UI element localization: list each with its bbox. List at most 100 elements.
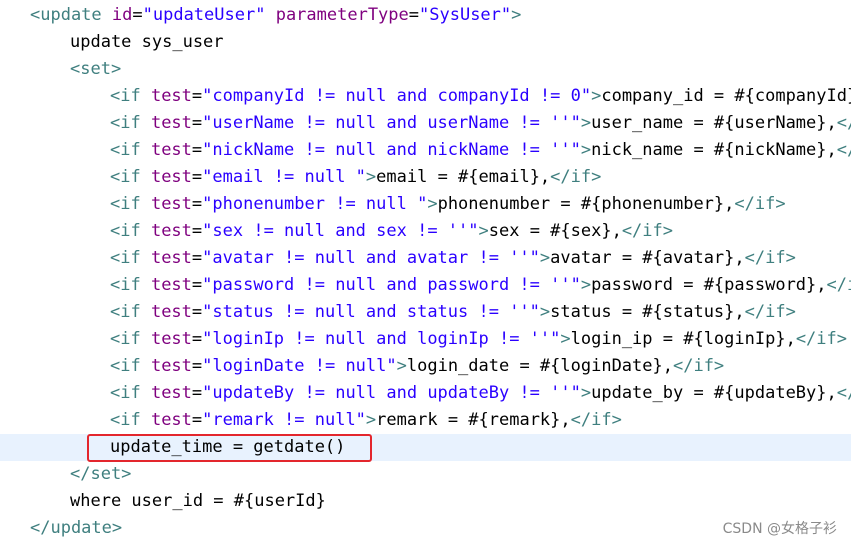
code-token-val: "loginDate != null" <box>202 356 397 376</box>
code-token-tag: </update> <box>30 518 123 538</box>
code-token-pun: = <box>191 275 203 295</box>
code-token-tag: > <box>580 383 592 403</box>
code-token-pun: = <box>191 113 203 133</box>
code-token-val: "userName != null and userName != ''" <box>202 113 581 133</box>
code-token-tag: <if <box>110 221 151 241</box>
code-line[interactable]: update_time = getdate() <box>0 434 851 461</box>
code-token-attr: parameterType <box>275 5 409 25</box>
code-token-tag: <update <box>30 5 112 25</box>
code-line-content: <if test="remark != null">remark = #{rem… <box>110 407 622 434</box>
code-line-content: </update> <box>30 515 122 542</box>
code-token-tag: </if> <box>621 221 673 241</box>
code-token-tag: </if> <box>744 302 796 322</box>
code-line-content: <if test="password != null and password … <box>110 272 851 299</box>
code-token-txt: company_id = #{companyId}, <box>601 86 851 106</box>
code-token-tag: </if> <box>550 167 602 187</box>
code-token-pun: = <box>191 248 203 268</box>
code-line[interactable]: where user_id = #{userId} <box>0 488 851 515</box>
code-token-tag: > <box>427 194 438 214</box>
code-token-tag: </if> <box>826 275 851 295</box>
code-token-attr: test <box>150 140 192 160</box>
code-line-content: <if test="nickName != null and nickName … <box>110 137 851 164</box>
code-token-val: "password != null and password != ''" <box>202 275 581 295</box>
code-line[interactable]: <set> <box>0 56 851 83</box>
code-line[interactable]: </set> <box>0 461 851 488</box>
code-token-tag: <if <box>110 113 151 133</box>
code-editor[interactable]: <update id="updateUser" parameterType="S… <box>0 0 851 546</box>
code-line[interactable]: <if test="avatar != null and avatar != '… <box>0 245 851 272</box>
code-token-tag: > <box>539 302 551 322</box>
code-token-tag: </if> <box>836 140 851 160</box>
code-token-pun: = <box>191 356 203 376</box>
code-token-tag: </if> <box>672 356 725 376</box>
code-token-attr: test <box>150 86 192 106</box>
watermark: CSDN @女格子衫 <box>722 521 837 537</box>
code-lines[interactable]: <update id="updateUser" parameterType="S… <box>0 2 851 542</box>
code-line-content: <if test="status != null and status != '… <box>110 299 796 326</box>
code-token-tag: <if <box>110 302 151 322</box>
code-token-val: "email != null " <box>202 167 366 187</box>
code-token-attr: test <box>150 410 192 430</box>
code-token-txt: nick_name = #{nickName}, <box>591 140 837 160</box>
code-line-content: <if test="updateBy != null and updateBy … <box>110 380 851 407</box>
code-token-tag: > <box>591 86 602 106</box>
code-token-val: "companyId != null and companyId != 0" <box>202 86 592 106</box>
code-token-tag: <if <box>110 275 151 295</box>
code-token-val: "SysUser" <box>419 5 512 25</box>
code-token-tag: </if> <box>734 194 786 214</box>
code-line[interactable]: <if test="sex != null and sex != ''">sex… <box>0 218 851 245</box>
code-token-pun: = <box>191 167 203 187</box>
code-line[interactable]: <if test="updateBy != null and updateBy … <box>0 380 851 407</box>
code-token-txt: sex = #{sex}, <box>488 221 622 241</box>
code-token-txt: email = #{email}, <box>376 167 551 187</box>
code-token-attr: test <box>150 248 192 268</box>
code-line[interactable]: <if test="phonenumber != null ">phonenum… <box>0 191 851 218</box>
code-token-attr: test <box>150 383 192 403</box>
code-token-txt: password = #{password}, <box>591 275 827 295</box>
code-line-content: <if test="companyId != null and companyI… <box>110 83 851 110</box>
code-line-content: <set> <box>70 56 121 83</box>
code-token-pun: = <box>191 221 203 241</box>
code-line-content: <update id="updateUser" parameterType="S… <box>30 2 521 29</box>
code-token-attr: test <box>150 221 192 241</box>
code-token-tag: <if <box>110 140 151 160</box>
code-token-val: "status != null and status != ''" <box>202 302 540 322</box>
code-token-txt: avatar = #{avatar}, <box>550 248 745 268</box>
code-line[interactable]: <if test="userName != null and userName … <box>0 110 851 137</box>
code-line-content: update sys_user <box>70 29 224 56</box>
code-token-val: "updateBy != null and updateBy != ''" <box>202 383 581 403</box>
code-line[interactable]: <if test="status != null and status != '… <box>0 299 851 326</box>
code-token-tag: </if> <box>836 383 851 403</box>
code-line[interactable]: <if test="loginDate != null">login_date … <box>0 353 851 380</box>
code-line-content: </set> <box>70 461 131 488</box>
code-token-txt: phonenumber = #{phonenumber}, <box>437 194 735 214</box>
code-token-txt: update_time = getdate() <box>110 437 346 457</box>
code-token-tag: </set> <box>70 464 132 484</box>
code-line[interactable]: update sys_user <box>0 29 851 56</box>
code-line[interactable]: <if test="password != null and password … <box>0 272 851 299</box>
code-token-pun: = <box>191 383 203 403</box>
code-line[interactable]: <update id="updateUser" parameterType="S… <box>0 2 851 29</box>
code-line[interactable]: <if test="loginIp != null and loginIp !=… <box>0 326 851 353</box>
code-token-tag: </if> <box>570 410 622 430</box>
code-token-txt: user_name = #{userName}, <box>591 113 837 133</box>
code-token-tag: <if <box>110 329 151 349</box>
code-line[interactable]: <if test="companyId != null and companyI… <box>0 83 851 110</box>
code-line[interactable]: <if test="email != null ">email = #{emai… <box>0 164 851 191</box>
code-token-tag: <if <box>110 383 151 403</box>
code-line-content: <if test="loginIp != null and loginIp !=… <box>110 326 847 353</box>
code-token-pun: = <box>191 302 203 322</box>
code-token-txt: remark = #{remark}, <box>376 410 571 430</box>
code-token-tag: <if <box>110 410 151 430</box>
code-token-tag: > <box>478 221 489 241</box>
code-token-val: "avatar != null and avatar != ''" <box>202 248 540 268</box>
code-token-attr: test <box>150 329 192 349</box>
code-line-content: <if test="sex != null and sex != ''">sex… <box>110 218 673 245</box>
code-line[interactable]: <if test="remark != null">remark = #{rem… <box>0 407 851 434</box>
code-line[interactable]: <if test="nickName != null and nickName … <box>0 137 851 164</box>
code-line-content: <if test="email != null ">email = #{emai… <box>110 164 601 191</box>
code-token-tag: <if <box>110 356 151 376</box>
code-token-pun: = <box>191 140 203 160</box>
code-token-tag: <if <box>110 248 151 268</box>
code-token-pun: = <box>191 194 203 214</box>
